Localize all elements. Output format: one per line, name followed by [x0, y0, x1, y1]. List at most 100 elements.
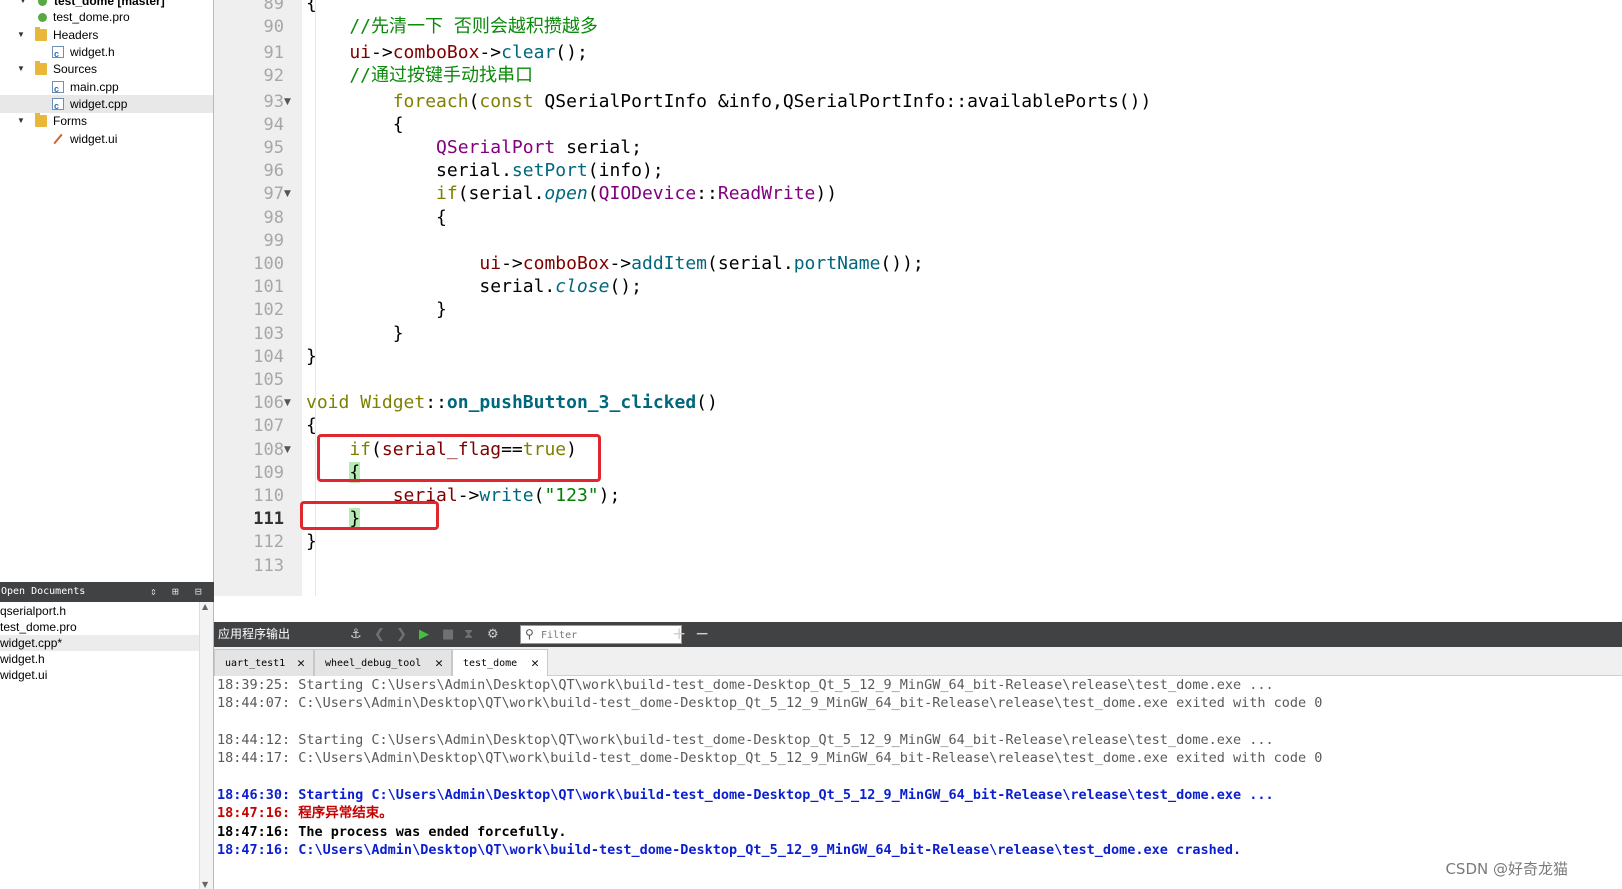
code-token: (serial.: [457, 183, 545, 204]
clean-icon[interactable]: ⧗: [464, 622, 473, 647]
code-token: ();: [609, 276, 642, 297]
code-line[interactable]: }: [306, 530, 317, 554]
log-line: 18:44:07: C:\Users\Admin\Desktop\QT\work…: [217, 695, 1323, 711]
scrollbar[interactable]: ▲ ▼: [199, 602, 213, 889]
close-icon[interactable]: ✕: [435, 650, 443, 677]
search-icon: ⚲: [525, 627, 534, 641]
code-line[interactable]: {: [306, 414, 317, 438]
collapse-arrow-icon[interactable]: ▼: [16, 112, 26, 130]
code-line[interactable]: foreach(const QSerialPortInfo &info,QSer…: [306, 90, 1152, 114]
code-token: (: [587, 183, 599, 204]
sort-arrows-icon[interactable]: ⇕: [150, 582, 157, 602]
code-token: QSerialPortInfo &info,QSerialPortInfo::a…: [533, 91, 1152, 112]
fold-arrow-icon[interactable]: ▼: [284, 438, 291, 462]
code-token: addItem: [631, 253, 708, 274]
open-document-item[interactable]: qserialport.h: [0, 603, 200, 619]
close-panel-icon[interactable]: ⊟: [195, 582, 202, 602]
tab-wheel-debug-tool[interactable]: wheel_debug_tool ✕: [314, 649, 452, 676]
code-token: open: [544, 183, 588, 204]
fold-arrow-icon[interactable]: ▼: [284, 90, 291, 114]
code-line[interactable]: ui->comboBox->clear();: [306, 41, 588, 65]
code-token: ->: [479, 42, 502, 63]
tab-uart-test1[interactable]: uart_test1 ✕: [214, 649, 314, 676]
tree-item-widget-h[interactable]: c widget.h: [0, 43, 213, 61]
zoom-out-icon[interactable]: −: [695, 622, 709, 647]
line-number: 91: [263, 43, 284, 63]
gear-icon[interactable]: ⚙: [487, 622, 499, 647]
code-line[interactable]: if(serial.open(QIODevice::ReadWrite)): [306, 182, 837, 206]
code-line[interactable]: QSerialPort serial;: [306, 136, 642, 160]
stop-icon[interactable]: ■: [442, 622, 454, 647]
filter-input[interactable]: [541, 627, 679, 643]
folder-icon: [35, 61, 47, 75]
open-documents-title: Open Documents: [1, 586, 86, 597]
close-icon[interactable]: ✕: [297, 650, 305, 677]
code-line[interactable]: }: [306, 298, 447, 322]
open-document-item[interactable]: widget.ui: [0, 667, 200, 683]
code-comment-line[interactable]: //通过按键手动找串口: [306, 64, 533, 88]
code-line[interactable]: }: [306, 345, 317, 369]
code-line[interactable]: {: [306, 113, 404, 137]
code-token: ->: [609, 253, 632, 274]
tree-item-forms[interactable]: ▼ Forms: [0, 112, 213, 130]
code-editor[interactable]: 89 90 91 92 93 94 95 96 97 98 99 100 101…: [214, 0, 1622, 622]
open-documents-list[interactable]: qserialport.h test_dome.pro widget.cpp* …: [0, 602, 214, 889]
line-number: 101: [253, 277, 284, 297]
line-number: 95: [263, 138, 284, 158]
tab-test-dome[interactable]: test_dome ✕: [452, 649, 548, 677]
output-log[interactable]: 18:39:25: Starting C:\Users\Admin\Deskto…: [214, 676, 1622, 889]
next-icon[interactable]: ❯: [396, 622, 407, 647]
code-token: (serial.: [707, 253, 794, 274]
scroll-up-icon[interactable]: ▲: [202, 602, 208, 611]
collapse-arrow-icon[interactable]: ▼: [16, 26, 26, 44]
code-token: ::: [425, 392, 447, 413]
line-number: 96: [263, 161, 284, 181]
cpp-header-icon: c: [52, 46, 64, 59]
code-token: QIODevice: [598, 183, 697, 204]
code-token: ();: [555, 42, 588, 63]
code-token: );: [598, 485, 621, 506]
cpp-file-icon: c: [52, 81, 64, 94]
tree-item-label: widget.h: [70, 45, 115, 59]
project-tree[interactable]: ▼ test_dome [master] test_dome.pro ▼ Hea…: [0, 0, 214, 582]
watermark: CSDN @好奇龙猫: [1445, 860, 1568, 878]
run-icon[interactable]: ▶: [419, 622, 429, 647]
tree-item-widget-ui[interactable]: widget.ui: [0, 130, 213, 148]
tree-item-sources[interactable]: ▼ Sources: [0, 60, 213, 78]
code-line[interactable]: serial.close();: [306, 275, 642, 299]
code-line[interactable]: serial.setPort(info);: [306, 159, 664, 183]
tree-item-main-cpp[interactable]: c main.cpp: [0, 78, 213, 96]
code-line[interactable]: void Widget::on_pushButton_3_clicked(): [306, 391, 718, 415]
code-line[interactable]: }: [306, 322, 404, 346]
open-document-item[interactable]: test_dome.pro: [0, 619, 200, 635]
line-number: 98: [263, 208, 284, 228]
zoom-in-icon[interactable]: +: [672, 622, 686, 647]
tree-item-test-dome-pro[interactable]: test_dome.pro: [0, 8, 213, 26]
line-number: 109: [253, 463, 284, 483]
split-view-icon[interactable]: ⊞: [172, 582, 179, 602]
code-line[interactable]: {: [306, 0, 317, 16]
close-icon[interactable]: ✕: [531, 650, 539, 677]
open-document-item[interactable]: widget.h: [0, 651, 200, 667]
code-token: setPort: [511, 160, 588, 181]
open-document-item[interactable]: widget.cpp*: [0, 635, 200, 651]
code-comment-line[interactable]: //先清一下 否则会越积攒越多: [306, 15, 598, 39]
code-line[interactable]: {: [306, 206, 447, 230]
tree-item-widget-cpp[interactable]: c widget.cpp: [0, 95, 213, 113]
attach-debugger-icon[interactable]: ⚓: [350, 622, 362, 647]
fold-arrow-icon[interactable]: ▼: [284, 391, 291, 415]
line-number: 113: [253, 556, 284, 576]
tree-item-headers[interactable]: ▼ Headers: [0, 26, 213, 44]
code-token: ->: [457, 485, 480, 506]
code-token: close: [555, 276, 610, 297]
code-line[interactable]: ui->comboBox->addItem(serial.portName())…: [306, 252, 923, 276]
line-number: 106: [253, 393, 284, 413]
previous-icon[interactable]: ❮: [374, 622, 385, 647]
cpp-file-icon: c: [52, 98, 64, 111]
tab-label: test_dome: [463, 658, 518, 669]
collapse-arrow-icon[interactable]: ▼: [16, 60, 26, 78]
scroll-down-icon[interactable]: ▼: [202, 880, 208, 889]
line-number: 100: [253, 254, 284, 274]
filter-box[interactable]: ⚲: [520, 625, 682, 644]
fold-arrow-icon[interactable]: ▼: [284, 182, 291, 206]
